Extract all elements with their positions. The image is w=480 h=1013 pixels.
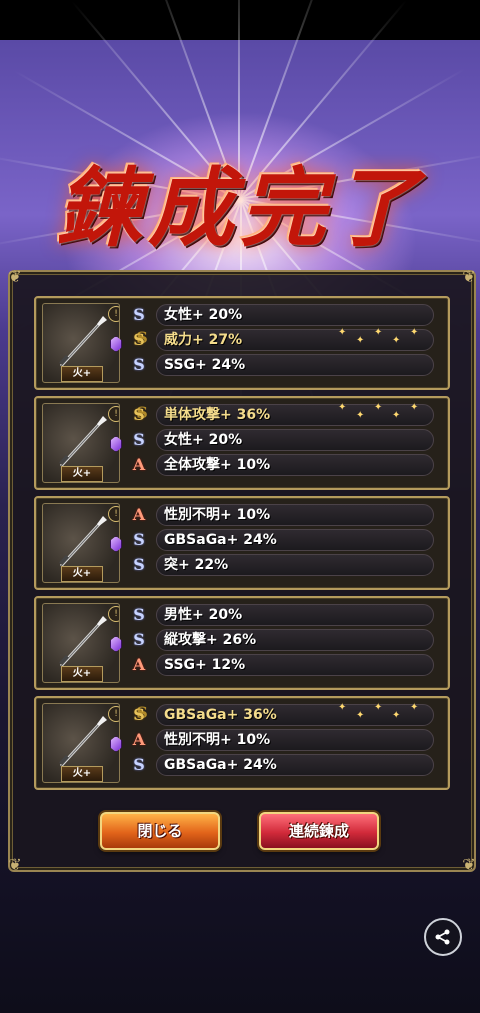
sparkle-icon: ✦ (338, 402, 347, 413)
rank-s-icon: S (133, 605, 145, 624)
rank-s-icon: S (133, 555, 145, 574)
rank-s-icon: S (133, 430, 145, 449)
stat-text: 縦攻撃+ 26% (164, 632, 257, 648)
stat-text: 全体攻撃+ 10% (164, 457, 271, 473)
sparkle-icon: ✦ (374, 402, 383, 413)
stat-text: 威力+ 27% (164, 332, 243, 348)
lock-icon: ! (108, 606, 119, 622)
spear-icon (59, 516, 107, 568)
spear-icon (59, 616, 107, 668)
sparkle-icon: ✦ (392, 710, 401, 721)
corner-ornament: ❦ (8, 855, 22, 874)
stat-text: GBSaGa+ 36% (164, 707, 277, 723)
stat-row: S GBSaGa+ 36% ✦ ✦ ✦ ✦ ✦ (128, 702, 438, 726)
page-title: 鍊成完了 (56, 157, 424, 259)
stat-row: S 女性+ 20% (128, 429, 438, 451)
rank-s-icon: S (133, 355, 145, 374)
sparkle-icon: ✦ (374, 702, 383, 713)
stat-text: 女性+ 20% (164, 432, 243, 448)
sparkle-icon: ✦ (392, 410, 401, 421)
stat-row: S 縦攻撃+ 26% (128, 629, 438, 651)
result-card: ! 火+ S 女性+ 20% S 威力+ 27% ✦ ✦ ✦ ✦ ✦ S SSG+ 24% (34, 296, 450, 390)
sparkle-icon: ✦ (410, 702, 419, 713)
stat-text: 男性+ 20% (164, 607, 243, 623)
result-card: ! 火+ S 男性+ 20% S 縦攻撃+ 26% A SSG+ 12% (34, 596, 450, 690)
sparkle-icon: ✦ (356, 710, 365, 721)
sparkle-icon: ✦ (356, 410, 365, 421)
corner-ornament: ❦ (8, 267, 22, 286)
stat-row: A 全体攻撃+ 10% (128, 454, 438, 476)
stat-text: GBSaGa+ 24% (164, 757, 277, 773)
lock-icon: ! (108, 506, 119, 522)
stat-row: A 性別不明+ 10% (128, 504, 438, 526)
status-bar (0, 0, 480, 40)
stat-text: SSG+ 24% (164, 357, 246, 373)
item-slot[interactable]: ! 火+ (42, 403, 120, 483)
stat-row: S 威力+ 27% ✦ ✦ ✦ ✦ ✦ (128, 327, 438, 351)
stat-text: 性別不明+ 10% (164, 732, 271, 748)
sparkle-icon: ✦ (374, 327, 383, 338)
stat-text: SSG+ 12% (164, 657, 246, 673)
element-label: 火+ (61, 666, 103, 682)
result-card: ! 火+ S 単体攻撃+ 36% ✦ ✦ ✦ ✦ ✦ S 女性+ 20% A 全体攻撃+ 10% (34, 396, 450, 490)
spear-icon (59, 716, 107, 768)
sparkle-icon: ✦ (392, 335, 401, 346)
rank-s-icon: S (133, 630, 145, 649)
sparkle-icon: ✦ (410, 327, 419, 338)
stat-row: S 突+ 22% (128, 554, 438, 576)
element-label: 火+ (61, 566, 103, 582)
rank-a-icon: A (132, 655, 146, 674)
continuous-forge-button[interactable]: 連続鍊成 (259, 812, 379, 850)
element-label: 火+ (61, 466, 103, 482)
item-slot[interactable]: ! 火+ (42, 303, 120, 383)
sparkle-icon: ✦ (410, 402, 419, 413)
sparkle-icon: ✦ (338, 702, 347, 713)
rank-ss-icon: S (133, 705, 145, 724)
rank-a-icon: A (132, 730, 146, 749)
rank-a-icon: A (132, 455, 146, 474)
stat-row: S 女性+ 20% (128, 304, 438, 326)
stat-row: S GBSaGa+ 24% (128, 529, 438, 551)
stat-row: S GBSaGa+ 24% (128, 754, 438, 776)
stat-row: S 単体攻撃+ 36% ✦ ✦ ✦ ✦ ✦ (128, 402, 438, 426)
stat-row: S 男性+ 20% (128, 604, 438, 626)
result-card: ! 火+ S GBSaGa+ 36% ✦ ✦ ✦ ✦ ✦ A 性別不明+ 10% S GBSaGa+ 2… (34, 696, 450, 790)
share-button[interactable] (424, 918, 462, 956)
sparkle-icon: ✦ (356, 335, 365, 346)
spear-icon (59, 316, 107, 368)
stat-text: 女性+ 20% (164, 307, 243, 323)
item-slot[interactable]: ! 火+ (42, 703, 120, 783)
stat-row: A SSG+ 12% (128, 654, 438, 676)
rank-ss-icon: S (133, 330, 145, 349)
lock-icon: ! (108, 706, 119, 722)
sparkle-icon: ✦ (338, 327, 347, 338)
stat-text: 単体攻撃+ 36% (164, 407, 271, 423)
stat-row: S SSG+ 24% (128, 354, 438, 376)
stat-text: 性別不明+ 10% (164, 507, 271, 523)
rank-s-icon: S (133, 305, 145, 324)
lock-icon: ! (108, 406, 119, 422)
rank-s-icon: S (133, 530, 145, 549)
stat-text: 突+ 22% (164, 557, 229, 573)
element-label: 火+ (61, 766, 103, 782)
rank-a-icon: A (132, 505, 146, 524)
item-slot[interactable]: ! 火+ (42, 503, 120, 583)
stat-row: A 性別不明+ 10% (128, 729, 438, 751)
element-label: 火+ (61, 366, 103, 382)
close-button[interactable]: 閉じる (100, 812, 220, 850)
item-slot[interactable]: ! 火+ (42, 603, 120, 683)
corner-ornament: ❦ (462, 855, 476, 874)
share-icon (435, 929, 450, 945)
stat-text: GBSaGa+ 24% (164, 532, 277, 548)
spear-icon (59, 416, 107, 468)
rank-s-icon: S (133, 755, 145, 774)
result-card: ! 火+ A 性別不明+ 10% S GBSaGa+ 24% S 突+ 22% (34, 496, 450, 590)
lock-icon: ! (108, 306, 119, 322)
corner-ornament: ❦ (462, 267, 476, 286)
rank-ss-icon: S (133, 405, 145, 424)
